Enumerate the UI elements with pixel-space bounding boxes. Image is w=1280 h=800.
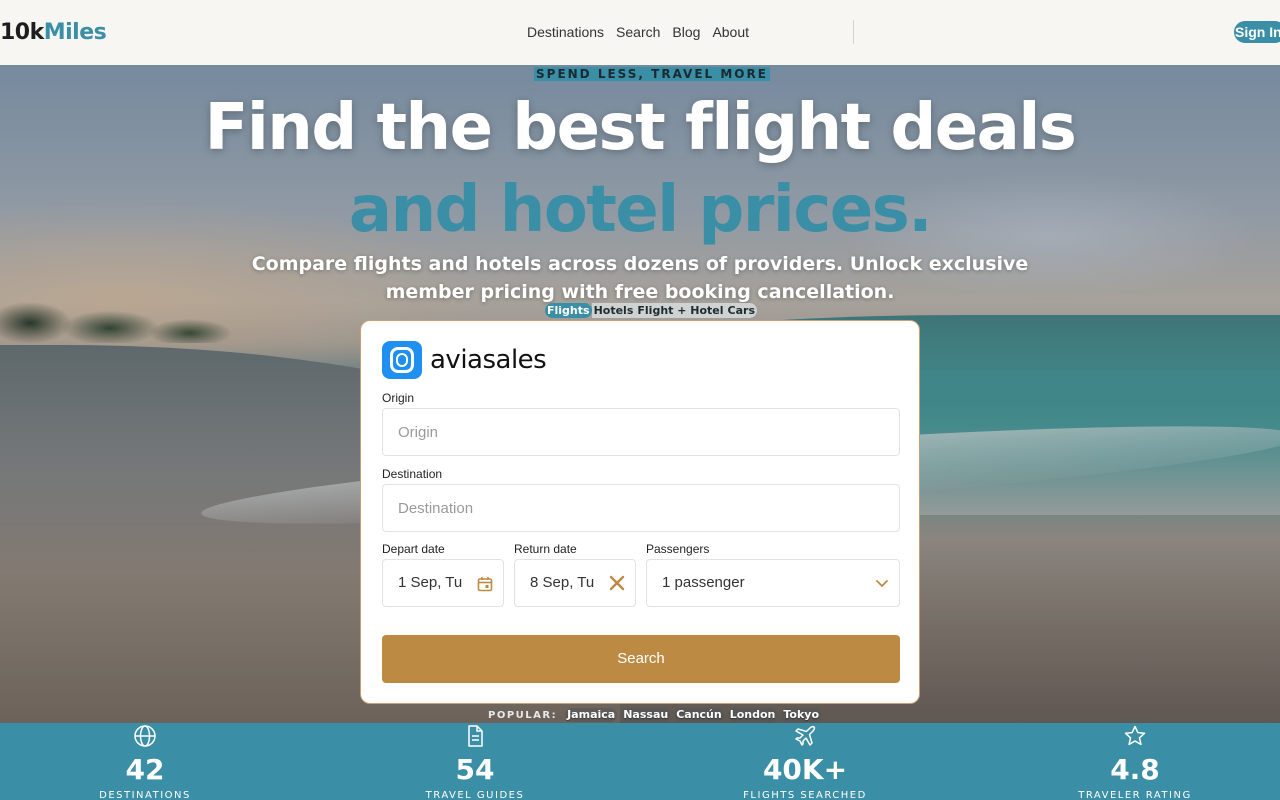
tab-cars[interactable]: Cars xyxy=(725,303,758,318)
provider-name: aviasales xyxy=(430,345,547,375)
logo-part-2: Miles xyxy=(43,20,107,45)
popular-label: POPULAR: xyxy=(488,709,558,721)
popular-chip-nassau[interactable]: Nassau xyxy=(621,708,671,722)
return-date-field[interactable]: 8 Sep, Tu xyxy=(514,559,636,607)
hero-section: SPEND LESS, TRAVEL MORE Find the best fl… xyxy=(0,65,1280,723)
search-button[interactable]: Search xyxy=(382,635,900,683)
stat-flights-searched: 40K+ FLIGHTS SEARCHED xyxy=(705,723,905,800)
search-tabs: Flights Hotels Flight + Hotel Cars xyxy=(545,303,758,318)
nav-links: Destinations Search Blog About xyxy=(527,24,749,40)
return-date-value: 8 Sep, Tu xyxy=(530,574,595,591)
popular-chip-tokyo[interactable]: Tokyo xyxy=(781,708,822,722)
stat-travel-guides: 54 TRAVEL GUIDES xyxy=(375,723,575,800)
clear-date-icon[interactable] xyxy=(609,575,625,591)
stat-value: 54 xyxy=(455,753,495,786)
stats-bar: 42 DESTINATIONS 54 TRAVEL GUIDES 40K+ FL… xyxy=(0,723,1280,800)
stat-value: 4.8 xyxy=(1110,753,1160,786)
nav-link-blog[interactable]: Blog xyxy=(672,24,700,40)
nav-link-about[interactable]: About xyxy=(712,24,749,40)
depart-date-value: 1 Sep, Tu xyxy=(398,574,463,591)
tab-hotels[interactable]: Hotels xyxy=(591,303,636,318)
aviasales-logo-icon xyxy=(382,341,422,379)
origin-input[interactable] xyxy=(398,409,899,455)
stat-caption: TRAVELER RATING xyxy=(1078,790,1192,800)
origin-field[interactable] xyxy=(382,408,900,456)
destination-input[interactable] xyxy=(398,485,899,531)
nav-link-search[interactable]: Search xyxy=(616,24,660,40)
origin-label: Origin xyxy=(382,391,415,405)
site-logo[interactable]: 10kMiles xyxy=(0,20,107,45)
globe-icon xyxy=(134,725,156,747)
tab-flights[interactable]: Flights xyxy=(545,303,592,318)
passengers-value: 1 passenger xyxy=(662,574,745,591)
flight-search-widget: aviasales Origin Destination Depart date… xyxy=(360,320,920,704)
nav-divider xyxy=(853,20,854,44)
chevron-down-icon xyxy=(876,580,888,587)
hero-title-line-1: Find the best flight deals xyxy=(204,91,1077,165)
provider-brand: aviasales xyxy=(382,341,547,379)
sign-in-button[interactable]: Sign In xyxy=(1234,21,1280,43)
popular-chip-cancun[interactable]: Cancún xyxy=(674,708,724,722)
popular-destinations: POPULAR: Jamaica Nassau Cancún London To… xyxy=(488,708,825,722)
destination-label: Destination xyxy=(382,467,443,481)
top-nav: 10kMiles Destinations Search Blog About … xyxy=(0,0,1280,65)
logo-part-1: 10k xyxy=(0,20,44,45)
document-icon xyxy=(468,725,483,747)
popular-chip-london[interactable]: London xyxy=(727,708,778,722)
return-date-label: Return date xyxy=(514,542,577,556)
hero-eyebrow: SPEND LESS, TRAVEL MORE xyxy=(534,67,770,81)
depart-date-label: Depart date xyxy=(382,542,445,556)
hero-title-line-2: and hotel prices. xyxy=(348,173,933,247)
stat-destinations: 42 DESTINATIONS xyxy=(45,723,245,800)
tab-flight-hotel[interactable]: Flight + Hotel xyxy=(635,303,726,318)
depart-date-field[interactable]: 1 Sep, Tu xyxy=(382,559,504,607)
stat-caption: DESTINATIONS xyxy=(99,790,191,800)
stat-caption: FLIGHTS SEARCHED xyxy=(743,790,867,800)
stat-caption: TRAVEL GUIDES xyxy=(425,790,525,800)
nav-link-destinations[interactable]: Destinations xyxy=(527,24,604,40)
stat-traveler-rating: 4.8 TRAVELER RATING xyxy=(1035,723,1235,800)
calendar-icon[interactable] xyxy=(477,576,493,592)
star-icon xyxy=(1124,725,1146,746)
stat-value: 42 xyxy=(125,753,165,786)
plane-icon xyxy=(795,725,816,746)
stat-value: 40K+ xyxy=(762,753,848,786)
popular-chip-jamaica[interactable]: Jamaica xyxy=(565,708,618,722)
destination-field[interactable] xyxy=(382,484,900,532)
hero-subtitle: Compare flights and hotels across dozens… xyxy=(251,253,1029,303)
passengers-label: Passengers xyxy=(646,542,710,556)
passengers-select[interactable]: 1 passenger xyxy=(646,559,900,607)
